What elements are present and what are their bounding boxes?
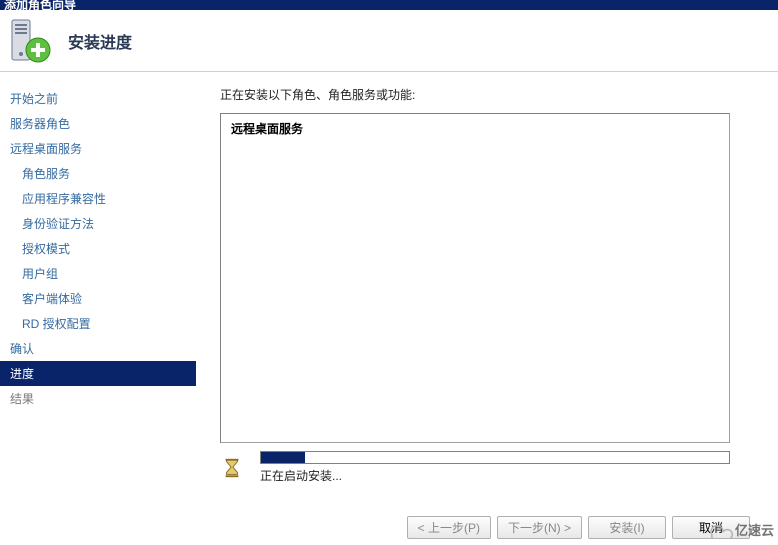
window-titlebar: 添加角色向导 <box>0 0 778 10</box>
sidebar-item-progress[interactable]: 进度 <box>0 361 196 386</box>
install-button: 安装(I) <box>588 516 666 539</box>
page-title: 安装进度 <box>68 29 132 53</box>
wizard-header: 安装进度 <box>0 10 778 72</box>
main-area: 开始之前 服务器角色 远程桌面服务 角色服务 应用程序兼容性 身份验证方法 授权… <box>0 72 778 507</box>
hourglass-icon <box>220 456 244 480</box>
window-title: 添加角色向导 <box>4 0 76 10</box>
sidebar-item-app-compat[interactable]: 应用程序兼容性 <box>0 186 196 211</box>
sidebar-item-auth-method[interactable]: 身份验证方法 <box>0 211 196 236</box>
watermark-logo: 亿速云 <box>705 520 774 539</box>
content-pane: 正在安装以下角色、角色服务或功能: 远程桌面服务 正在启动安装... <box>196 72 778 507</box>
sidebar-item-server-roles[interactable]: 服务器角色 <box>0 111 196 136</box>
progress-status-text: 正在启动安装... <box>260 467 730 484</box>
wizard-button-row: < 上一步(P) 下一步(N) > 安装(I) 取消 <box>407 516 750 539</box>
install-item-rds: 远程桌面服务 <box>231 120 719 137</box>
wizard-steps-sidebar: 开始之前 服务器角色 远程桌面服务 角色服务 应用程序兼容性 身份验证方法 授权… <box>0 72 196 507</box>
progress-row: 正在启动安装... <box>220 451 756 484</box>
watermark-text: 亿速云 <box>735 520 774 539</box>
install-list-box: 远程桌面服务 <box>220 113 730 443</box>
sidebar-item-confirm[interactable]: 确认 <box>0 336 196 361</box>
sidebar-item-rd-license-config[interactable]: RD 授权配置 <box>0 311 196 336</box>
sidebar-item-license-mode[interactable]: 授权模式 <box>0 236 196 261</box>
server-role-icon <box>6 18 52 64</box>
sidebar-item-remote-desktop-services[interactable]: 远程桌面服务 <box>0 136 196 161</box>
progress-fill <box>261 452 305 463</box>
sidebar-item-client-experience[interactable]: 客户端体验 <box>0 286 196 311</box>
sidebar-item-results[interactable]: 结果 <box>0 386 196 411</box>
sidebar-item-role-services[interactable]: 角色服务 <box>0 161 196 186</box>
prev-button: < 上一步(P) <box>407 516 491 539</box>
progress-bar <box>260 451 730 464</box>
next-button: 下一步(N) > <box>497 516 582 539</box>
sidebar-item-user-groups[interactable]: 用户组 <box>0 261 196 286</box>
installing-label: 正在安装以下角色、角色服务或功能: <box>220 86 756 103</box>
sidebar-item-before-begin[interactable]: 开始之前 <box>0 86 196 111</box>
